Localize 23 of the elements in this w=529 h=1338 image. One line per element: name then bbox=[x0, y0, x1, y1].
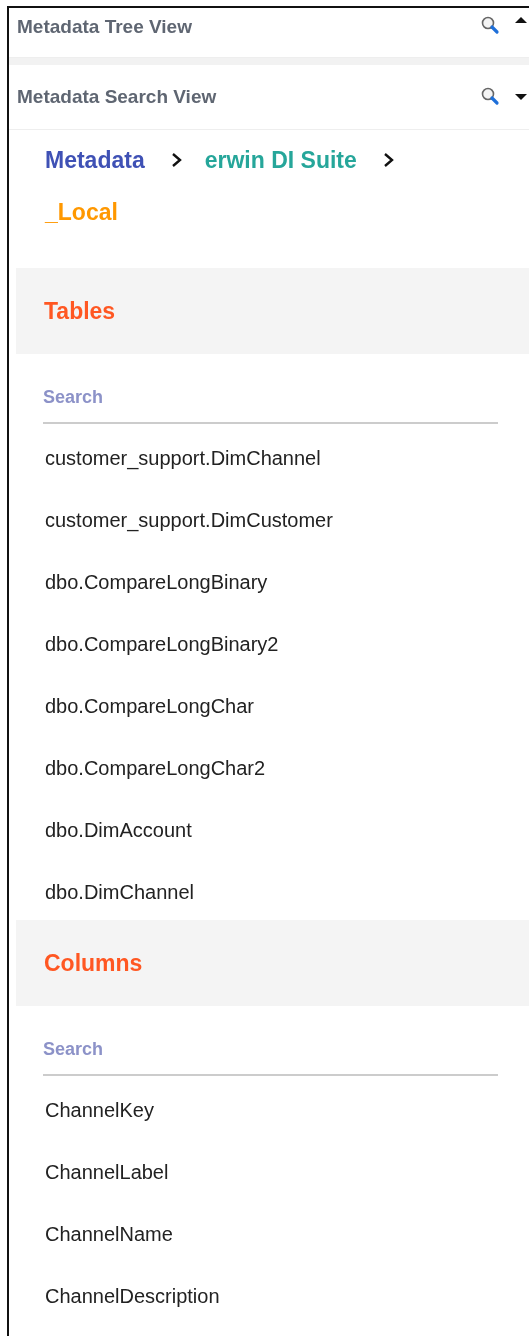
panel-title: Metadata Tree View bbox=[17, 16, 193, 38]
list-item[interactable]: customer_support.DimChannel bbox=[45, 446, 529, 470]
chevron-right-icon bbox=[170, 152, 183, 168]
list-item[interactable]: customer_support.DimCustomer bbox=[45, 508, 529, 532]
list-item[interactable]: dbo.CompareLongBinary bbox=[45, 570, 529, 594]
list-item[interactable]: ChannelKey bbox=[45, 1098, 529, 1122]
list-item[interactable]: ChannelDescription bbox=[45, 1284, 529, 1308]
list-item[interactable]: dbo.DimChannel bbox=[45, 880, 529, 904]
section-title: Tables bbox=[44, 297, 116, 325]
list-item[interactable]: ChannelLabel bbox=[45, 1160, 529, 1184]
list-item[interactable]: dbo.CompareLongChar2 bbox=[45, 756, 529, 780]
panel-title: Metadata Search View bbox=[17, 86, 218, 108]
search-icon[interactable] bbox=[481, 87, 501, 107]
chevron-right-icon bbox=[382, 152, 395, 168]
list-item[interactable]: dbo.CompareLongBinary2 bbox=[45, 632, 529, 656]
list-item[interactable]: dbo.CompareLongChar bbox=[45, 694, 529, 718]
breadcrumb-link[interactable]: Metadata bbox=[45, 144, 145, 176]
caret-icon[interactable] bbox=[515, 16, 527, 24]
list-item[interactable]: ChannelName bbox=[45, 1222, 529, 1246]
list-item[interactable]: dbo.DimAccount bbox=[45, 818, 529, 842]
search-icon[interactable] bbox=[481, 16, 501, 36]
section-title: Columns bbox=[44, 949, 143, 977]
caret-icon[interactable] bbox=[515, 93, 527, 101]
